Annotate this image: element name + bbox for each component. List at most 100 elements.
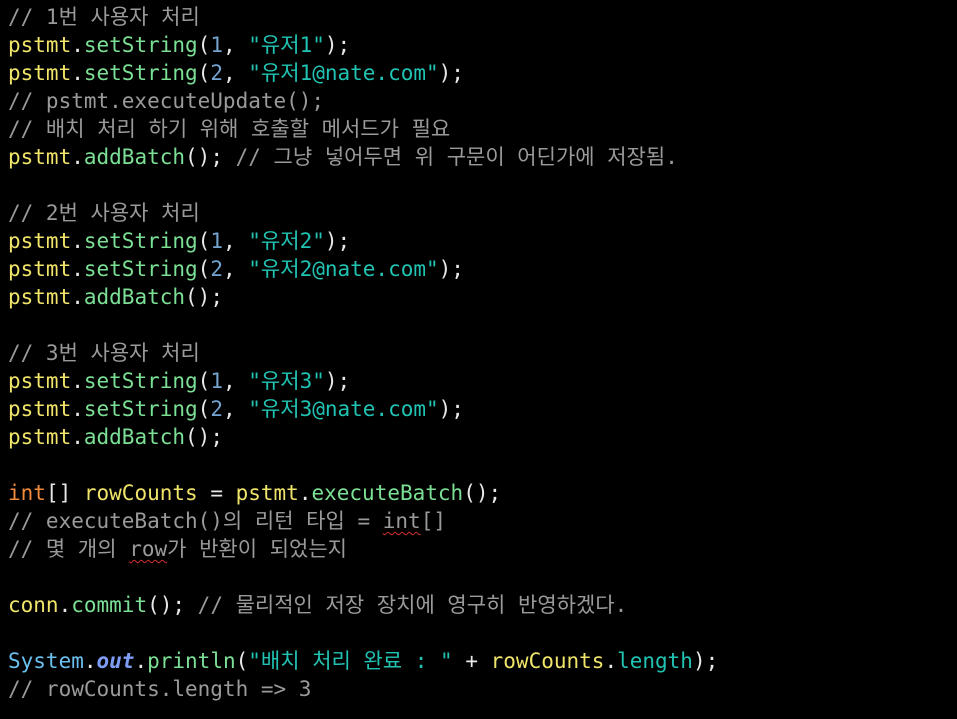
code-line[interactable]: ​	[8, 451, 957, 479]
code-token: conn	[8, 593, 59, 617]
code-token: .	[58, 593, 72, 617]
code-line[interactable]: pstmt.setString(2, "유저2@nate.com");	[8, 255, 957, 283]
code-token: pstmt	[8, 397, 72, 421]
code-token: .	[83, 649, 97, 673]
code-line[interactable]: // executeBatch()의 리턴 타입 = int[]	[8, 507, 957, 535]
code-token: 1	[210, 369, 223, 393]
code-token: 가 반환이 되었는지	[167, 537, 347, 561]
code-token: int	[8, 481, 46, 505]
code-token: setString	[83, 61, 198, 85]
code-token: executeBatch	[311, 481, 464, 505]
code-token: ,	[222, 369, 249, 393]
code-token: addBatch	[83, 425, 186, 449]
code-token: );	[324, 369, 351, 393]
code-token: out	[96, 649, 135, 673]
code-token: "유저2@nate.com"	[248, 257, 439, 281]
code-line[interactable]: pstmt.addBatch();	[8, 423, 957, 451]
code-token: );	[438, 61, 464, 85]
code-token: .	[71, 425, 84, 449]
code-token: pstmt	[8, 285, 72, 309]
code-line[interactable]: pstmt.addBatch();	[8, 283, 957, 311]
code-line[interactable]: // pstmt.executeUpdate();	[8, 87, 957, 115]
code-token: pstmt	[8, 257, 72, 281]
code-token: "배치 처리 완료 : "	[248, 649, 453, 673]
code-token: // 1번 사용자 처리	[8, 5, 200, 29]
code-token: ();	[185, 145, 236, 169]
code-line[interactable]: int[] rowCounts = pstmt.executeBatch();	[8, 479, 957, 507]
code-token: 1	[210, 33, 223, 57]
code-token: .	[298, 481, 312, 505]
code-token: ,	[222, 257, 249, 281]
code-token: .	[71, 397, 84, 421]
code-token: setString	[83, 397, 198, 421]
code-line[interactable]: pstmt.setString(2, "유저3@nate.com");	[8, 395, 957, 423]
code-token: ,	[222, 229, 249, 253]
code-token: );	[324, 229, 351, 253]
code-token: );	[438, 397, 464, 421]
code-token: int	[382, 509, 421, 533]
code-token: []	[45, 481, 84, 505]
code-token: pstmt	[8, 33, 72, 57]
code-line[interactable]: System.out.println("배치 처리 완료 : " + rowCo…	[8, 647, 957, 675]
code-token: ,	[222, 397, 249, 421]
code-line[interactable]: pstmt.setString(1, "유저1");	[8, 31, 957, 59]
code-line[interactable]: ​	[8, 619, 957, 647]
code-line[interactable]: ​	[8, 563, 957, 591]
code-token: pstmt	[8, 369, 72, 393]
code-token: []	[420, 509, 446, 533]
code-editor[interactable]: // 1번 사용자 처리 pstmt.setString(1, "유저1"); ps…	[0, 0, 957, 719]
code-token: // executeBatch()의 리턴 타입 =	[8, 509, 383, 533]
code-token: .	[71, 145, 84, 169]
code-token: +	[452, 649, 491, 673]
code-token: );	[324, 33, 351, 57]
code-token: .	[71, 229, 84, 253]
code-line[interactable]: ​	[8, 171, 957, 199]
code-token: (	[197, 397, 211, 421]
code-token: (	[197, 257, 211, 281]
code-token: "유저1"	[248, 33, 325, 57]
code-token: // 물리적인 저장 장치에 영구히 반영하겠다.	[197, 593, 628, 617]
code-token: // 그냥 넣어두면 위 구문이 어딘가에 저장됨.	[235, 145, 678, 169]
code-token: .	[71, 61, 84, 85]
code-token: 2	[210, 61, 223, 85]
code-token: .	[71, 257, 84, 281]
code-line[interactable]: pstmt.setString(1, "유저2");	[8, 227, 957, 255]
code-token: ();	[185, 285, 223, 309]
code-token: ();	[185, 425, 223, 449]
code-line[interactable]: // 몇 개의 row가 반환이 되었는지	[8, 535, 957, 563]
code-token: // 2번 사용자 처리	[8, 201, 200, 225]
code-line[interactable]: pstmt.addBatch(); // 그냥 넣어두면 위 구문이 어딘가에 …	[8, 143, 957, 171]
code-line[interactable]: // 2번 사용자 처리	[8, 199, 957, 227]
code-token: "유저3@nate.com"	[248, 397, 439, 421]
code-token: "유저3"	[248, 369, 325, 393]
code-token: .	[134, 649, 148, 673]
code-token: 1	[210, 229, 223, 253]
code-token: (	[235, 649, 249, 673]
code-token: =	[197, 481, 236, 505]
code-token: addBatch	[83, 145, 186, 169]
code-token: println	[147, 649, 236, 673]
code-line[interactable]: // 1번 사용자 처리	[8, 3, 957, 31]
code-line[interactable]: ​	[8, 311, 957, 339]
code-token: setString	[83, 33, 198, 57]
code-line[interactable]: pstmt.setString(2, "유저1@nate.com");	[8, 59, 957, 87]
code-token: pstmt	[8, 229, 72, 253]
code-token: (	[197, 369, 211, 393]
code-line[interactable]: // rowCounts.length => 3	[8, 675, 957, 703]
code-token: // pstmt.executeUpdate();	[8, 89, 325, 113]
code-token: rowCounts	[490, 649, 605, 673]
code-token: rowCounts	[83, 481, 198, 505]
code-token: System	[8, 649, 84, 673]
code-line[interactable]: pstmt.setString(1, "유저3");	[8, 367, 957, 395]
code-token: );	[692, 649, 719, 673]
code-token: pstmt	[8, 145, 72, 169]
code-line[interactable]: // 배치 처리 하기 위해 호출할 메서드가 필요	[8, 115, 957, 143]
code-token: setString	[83, 369, 198, 393]
code-token: setString	[83, 229, 198, 253]
code-token: );	[438, 257, 464, 281]
code-line[interactable]: // 3번 사용자 처리	[8, 339, 957, 367]
code-token: pstmt	[8, 61, 72, 85]
code-token: addBatch	[83, 285, 186, 309]
code-token: (	[197, 61, 211, 85]
code-line[interactable]: conn.commit(); // 물리적인 저장 장치에 영구히 반영하겠다.	[8, 591, 957, 619]
